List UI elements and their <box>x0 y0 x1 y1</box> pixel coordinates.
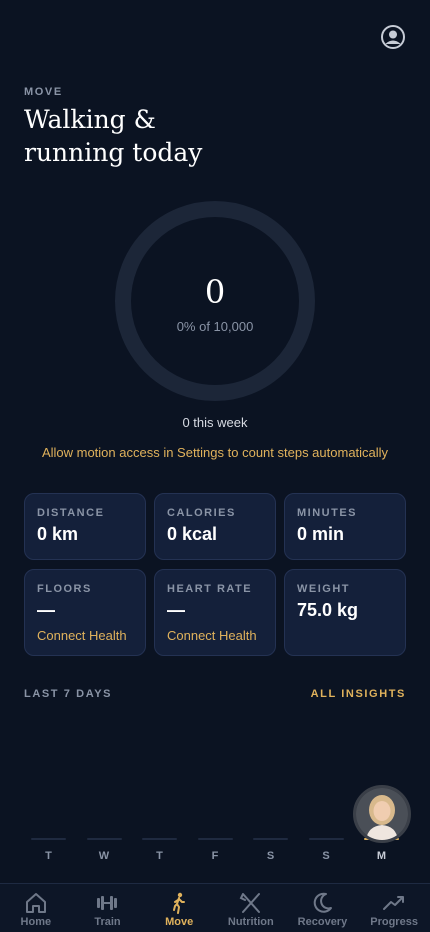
tab-move[interactable]: Move <box>144 892 214 932</box>
tab-label: Recovery <box>297 916 348 928</box>
coach-avatar-button[interactable] <box>353 785 411 843</box>
bar-line <box>253 838 288 840</box>
tab-label: Nutrition <box>227 916 274 928</box>
step-count: 0 <box>204 273 226 311</box>
day-label: F <box>211 850 219 862</box>
stat-label: WEIGHT <box>297 583 350 595</box>
stat-label: DISTANCE <box>37 507 105 519</box>
step-ring: 0 0% of 10,000 <box>115 201 315 401</box>
stat-label: MINUTES <box>297 507 357 519</box>
stat-value: 75.0 kg <box>297 600 359 620</box>
day-bar: F <box>197 838 233 862</box>
weekly-bars: T W T F S S M <box>31 838 399 862</box>
day-bar: W <box>86 838 122 862</box>
moon-icon <box>314 892 333 913</box>
day-bar: T <box>142 838 177 862</box>
tab-progress[interactable]: Progress <box>359 892 429 932</box>
day-label: T <box>156 850 163 862</box>
tab-home[interactable]: Home <box>1 892 71 932</box>
bar-line <box>86 838 122 840</box>
day-label: T <box>45 850 52 862</box>
stat-card-floors: FLOORS — Connect Health <box>24 569 146 656</box>
stat-card-minutes: MINUTES 0 min <box>284 493 406 560</box>
tab-train[interactable]: Train <box>72 892 142 932</box>
stat-value: — <box>37 600 55 620</box>
tab-nutrition[interactable]: Nutrition <box>216 892 286 932</box>
day-bar: S <box>308 838 344 862</box>
tab-label: Home <box>20 916 52 928</box>
trend-icon <box>383 896 405 910</box>
motion-access-link[interactable]: Allow motion access in Settings to count… <box>0 445 430 460</box>
stats-grid: DISTANCE 0 km CALORIES 0 kcal MINUTES 0 … <box>24 493 406 656</box>
bar-line <box>308 838 344 840</box>
connect-health-link[interactable]: Connect Health <box>37 628 127 643</box>
day-bar: T <box>31 838 66 862</box>
stat-card-calories: CALORIES 0 kcal <box>154 493 276 560</box>
day-bar: S <box>253 838 288 862</box>
stat-value: 0 km <box>37 524 79 544</box>
stat-value: — <box>167 600 185 620</box>
walking-icon <box>173 892 186 914</box>
stat-value: 0 kcal <box>167 524 218 544</box>
insights-header: LAST 7 DAYS ALL INSIGHTS <box>24 688 406 700</box>
bar-line <box>142 838 177 840</box>
coach-avatar <box>356 788 408 840</box>
bar-line <box>197 838 233 840</box>
day-label: W <box>98 850 110 862</box>
connect-health-link[interactable]: Connect Health <box>167 628 257 643</box>
day-label: M <box>376 850 387 862</box>
all-insights-link[interactable]: ALL INSIGHTS <box>311 688 406 700</box>
tab-recovery[interactable]: Recovery <box>287 892 357 932</box>
stat-label: FLOORS <box>37 583 92 595</box>
dumbbell-icon <box>97 896 118 910</box>
home-icon <box>25 893 46 913</box>
tab-label: Train <box>94 916 121 928</box>
tab-label: Progress <box>370 916 418 928</box>
bar-line <box>31 838 66 840</box>
page-title: Walking & running today <box>24 105 203 167</box>
profile-icon <box>381 25 405 49</box>
tab-bar: Home Train Move Nutrition Recovery Progr… <box>0 883 430 932</box>
stat-label: CALORIES <box>167 507 236 519</box>
utensils-icon <box>239 893 260 913</box>
stat-value: 0 min <box>297 524 345 544</box>
stat-card-weight: WEIGHT 75.0 kg <box>284 569 406 656</box>
stat-card-distance: DISTANCE 0 km <box>24 493 146 560</box>
day-label: S <box>266 850 275 862</box>
stat-card-heart-rate: HEART RATE — Connect Health <box>154 569 276 656</box>
last-7-days-label: LAST 7 DAYS <box>24 688 113 700</box>
stat-label: HEART RATE <box>167 583 253 595</box>
week-total: 0 this week <box>182 415 248 430</box>
day-label: S <box>322 850 330 862</box>
step-goal-percent: 0% of 10,000 <box>176 319 254 334</box>
section-eyebrow: MOVE <box>24 86 63 98</box>
profile-button[interactable] <box>380 24 406 50</box>
tab-label: Move <box>165 916 194 928</box>
